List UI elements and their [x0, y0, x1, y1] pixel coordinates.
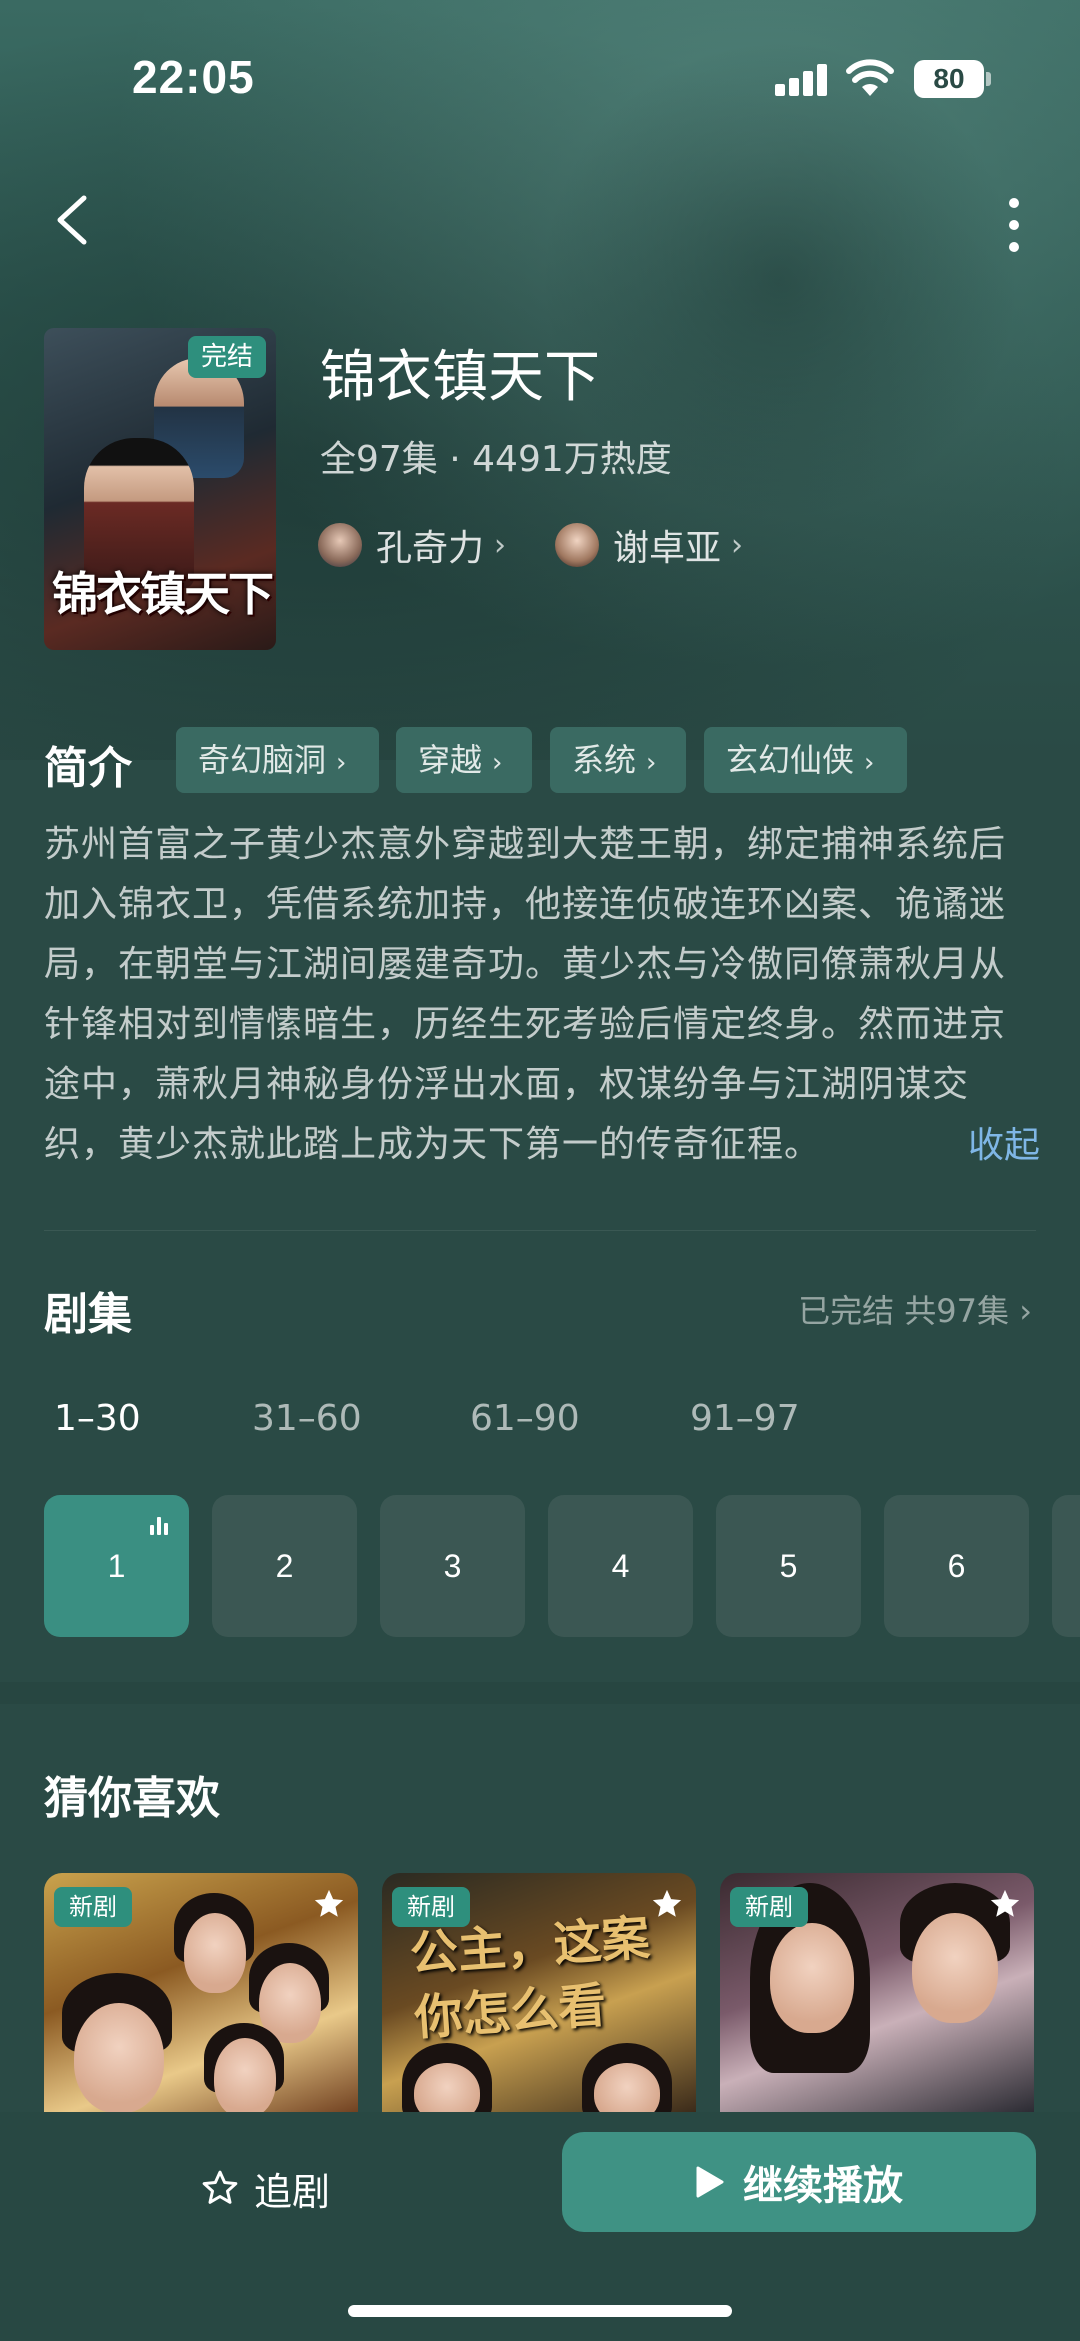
- range-tab[interactable]: 91–97: [690, 1398, 800, 1439]
- tag-label: 奇幻脑洞: [198, 741, 327, 779]
- episode-button[interactable]: 5: [716, 1495, 861, 1637]
- playing-icon: [150, 1517, 172, 1535]
- chevron-right-icon: ›: [864, 748, 875, 778]
- recommend-card[interactable]: 新剧: [44, 1873, 358, 2113]
- tag-label: 系统: [572, 741, 637, 779]
- person-face: [770, 1923, 854, 2033]
- status-time: 22:05: [132, 51, 255, 103]
- drama-title: 锦衣镇天下: [320, 345, 600, 410]
- episode-button[interactable]: 3: [380, 1495, 525, 1637]
- battery-tip: [986, 72, 991, 86]
- divider: [44, 1230, 1036, 1231]
- episode-button[interactable]: 2: [212, 1495, 357, 1637]
- person-face: [74, 2003, 164, 2113]
- tag-label: 穿越: [418, 741, 483, 779]
- poster-title: 锦衣镇天下: [52, 567, 274, 621]
- battery-icon: 80: [914, 60, 984, 98]
- actor-name: 谢卓亚: [613, 528, 722, 569]
- new-badge: 新剧: [730, 1887, 808, 1927]
- signal-icon: [775, 62, 829, 96]
- new-badge: 新剧: [54, 1887, 132, 1927]
- follow-label: 追剧: [254, 2169, 331, 2214]
- episodes-heading: 剧集: [44, 1289, 132, 1340]
- tag-chip[interactable]: 系统 ›: [550, 727, 686, 793]
- person-face: [184, 1913, 246, 1993]
- range-tab[interactable]: 31–60: [252, 1398, 362, 1439]
- home-indicator: [348, 2305, 732, 2317]
- back-button[interactable]: [44, 190, 104, 250]
- tag-chip[interactable]: 奇幻脑洞 ›: [176, 727, 379, 793]
- star-icon[interactable]: [988, 1887, 1022, 1921]
- episodes-status-link[interactable]: 已完结 共97集 ›: [798, 1286, 1032, 1332]
- range-tab[interactable]: 1–30: [54, 1398, 141, 1439]
- section-separator: [0, 1682, 1080, 1704]
- status-bar: 22:05 80: [0, 0, 1080, 160]
- intro-text: 苏州首富之子黄少杰意外穿越到大楚王朝，绑定捕神系统后加入锦衣卫，凭借系统加持，他…: [44, 824, 1007, 1165]
- complete-badge: 完结: [188, 336, 266, 378]
- person-face: [214, 2038, 276, 2113]
- tag-label: 玄幻仙侠: [726, 741, 855, 779]
- more-options-button[interactable]: [994, 190, 1034, 260]
- avatar: [318, 523, 362, 567]
- chevron-right-icon: ›: [731, 527, 744, 563]
- new-badge: 新剧: [392, 1887, 470, 1927]
- star-outline-icon: [202, 2170, 238, 2204]
- continue-play-button[interactable]: 继续播放: [562, 2132, 1036, 2232]
- chevron-right-icon: ›: [494, 527, 507, 563]
- actor-link[interactable]: 孔奇力 ›: [318, 520, 506, 570]
- avatar: [555, 523, 599, 567]
- play-icon: [696, 2166, 724, 2198]
- episode-button[interactable]: 6: [884, 1495, 1029, 1637]
- actor-name: 孔奇力: [376, 528, 485, 569]
- person-face: [912, 1913, 998, 2023]
- episode-button[interactable]: 4: [548, 1495, 693, 1637]
- chevron-right-icon: ›: [646, 748, 657, 778]
- tag-chip[interactable]: 玄幻仙侠 ›: [704, 727, 907, 793]
- follow-button[interactable]: 追剧: [200, 2152, 330, 2224]
- recommend-heading: 猜你喜欢: [44, 1773, 220, 1824]
- range-tab[interactable]: 61–90: [470, 1398, 580, 1439]
- star-icon[interactable]: [650, 1887, 684, 1921]
- recommend-card[interactable]: 新剧: [720, 1873, 1034, 2113]
- wifi-icon: [846, 59, 894, 96]
- collapse-link[interactable]: 收起: [968, 1116, 1040, 1168]
- chevron-right-icon: ›: [336, 748, 347, 778]
- chevron-right-icon: ›: [492, 748, 503, 778]
- star-icon[interactable]: [312, 1887, 346, 1921]
- episode-button-partial[interactable]: [1052, 1495, 1080, 1637]
- intro-heading: 简介: [44, 743, 132, 794]
- tag-chip[interactable]: 穿越 ›: [396, 727, 532, 793]
- recommend-card[interactable]: 新剧 公主，这案你怎么看: [382, 1873, 696, 2113]
- drama-meta: 全97集 · 4491万热度: [320, 439, 672, 480]
- play-label: 继续播放: [743, 2163, 903, 2209]
- actor-link[interactable]: 谢卓亚 ›: [555, 520, 743, 570]
